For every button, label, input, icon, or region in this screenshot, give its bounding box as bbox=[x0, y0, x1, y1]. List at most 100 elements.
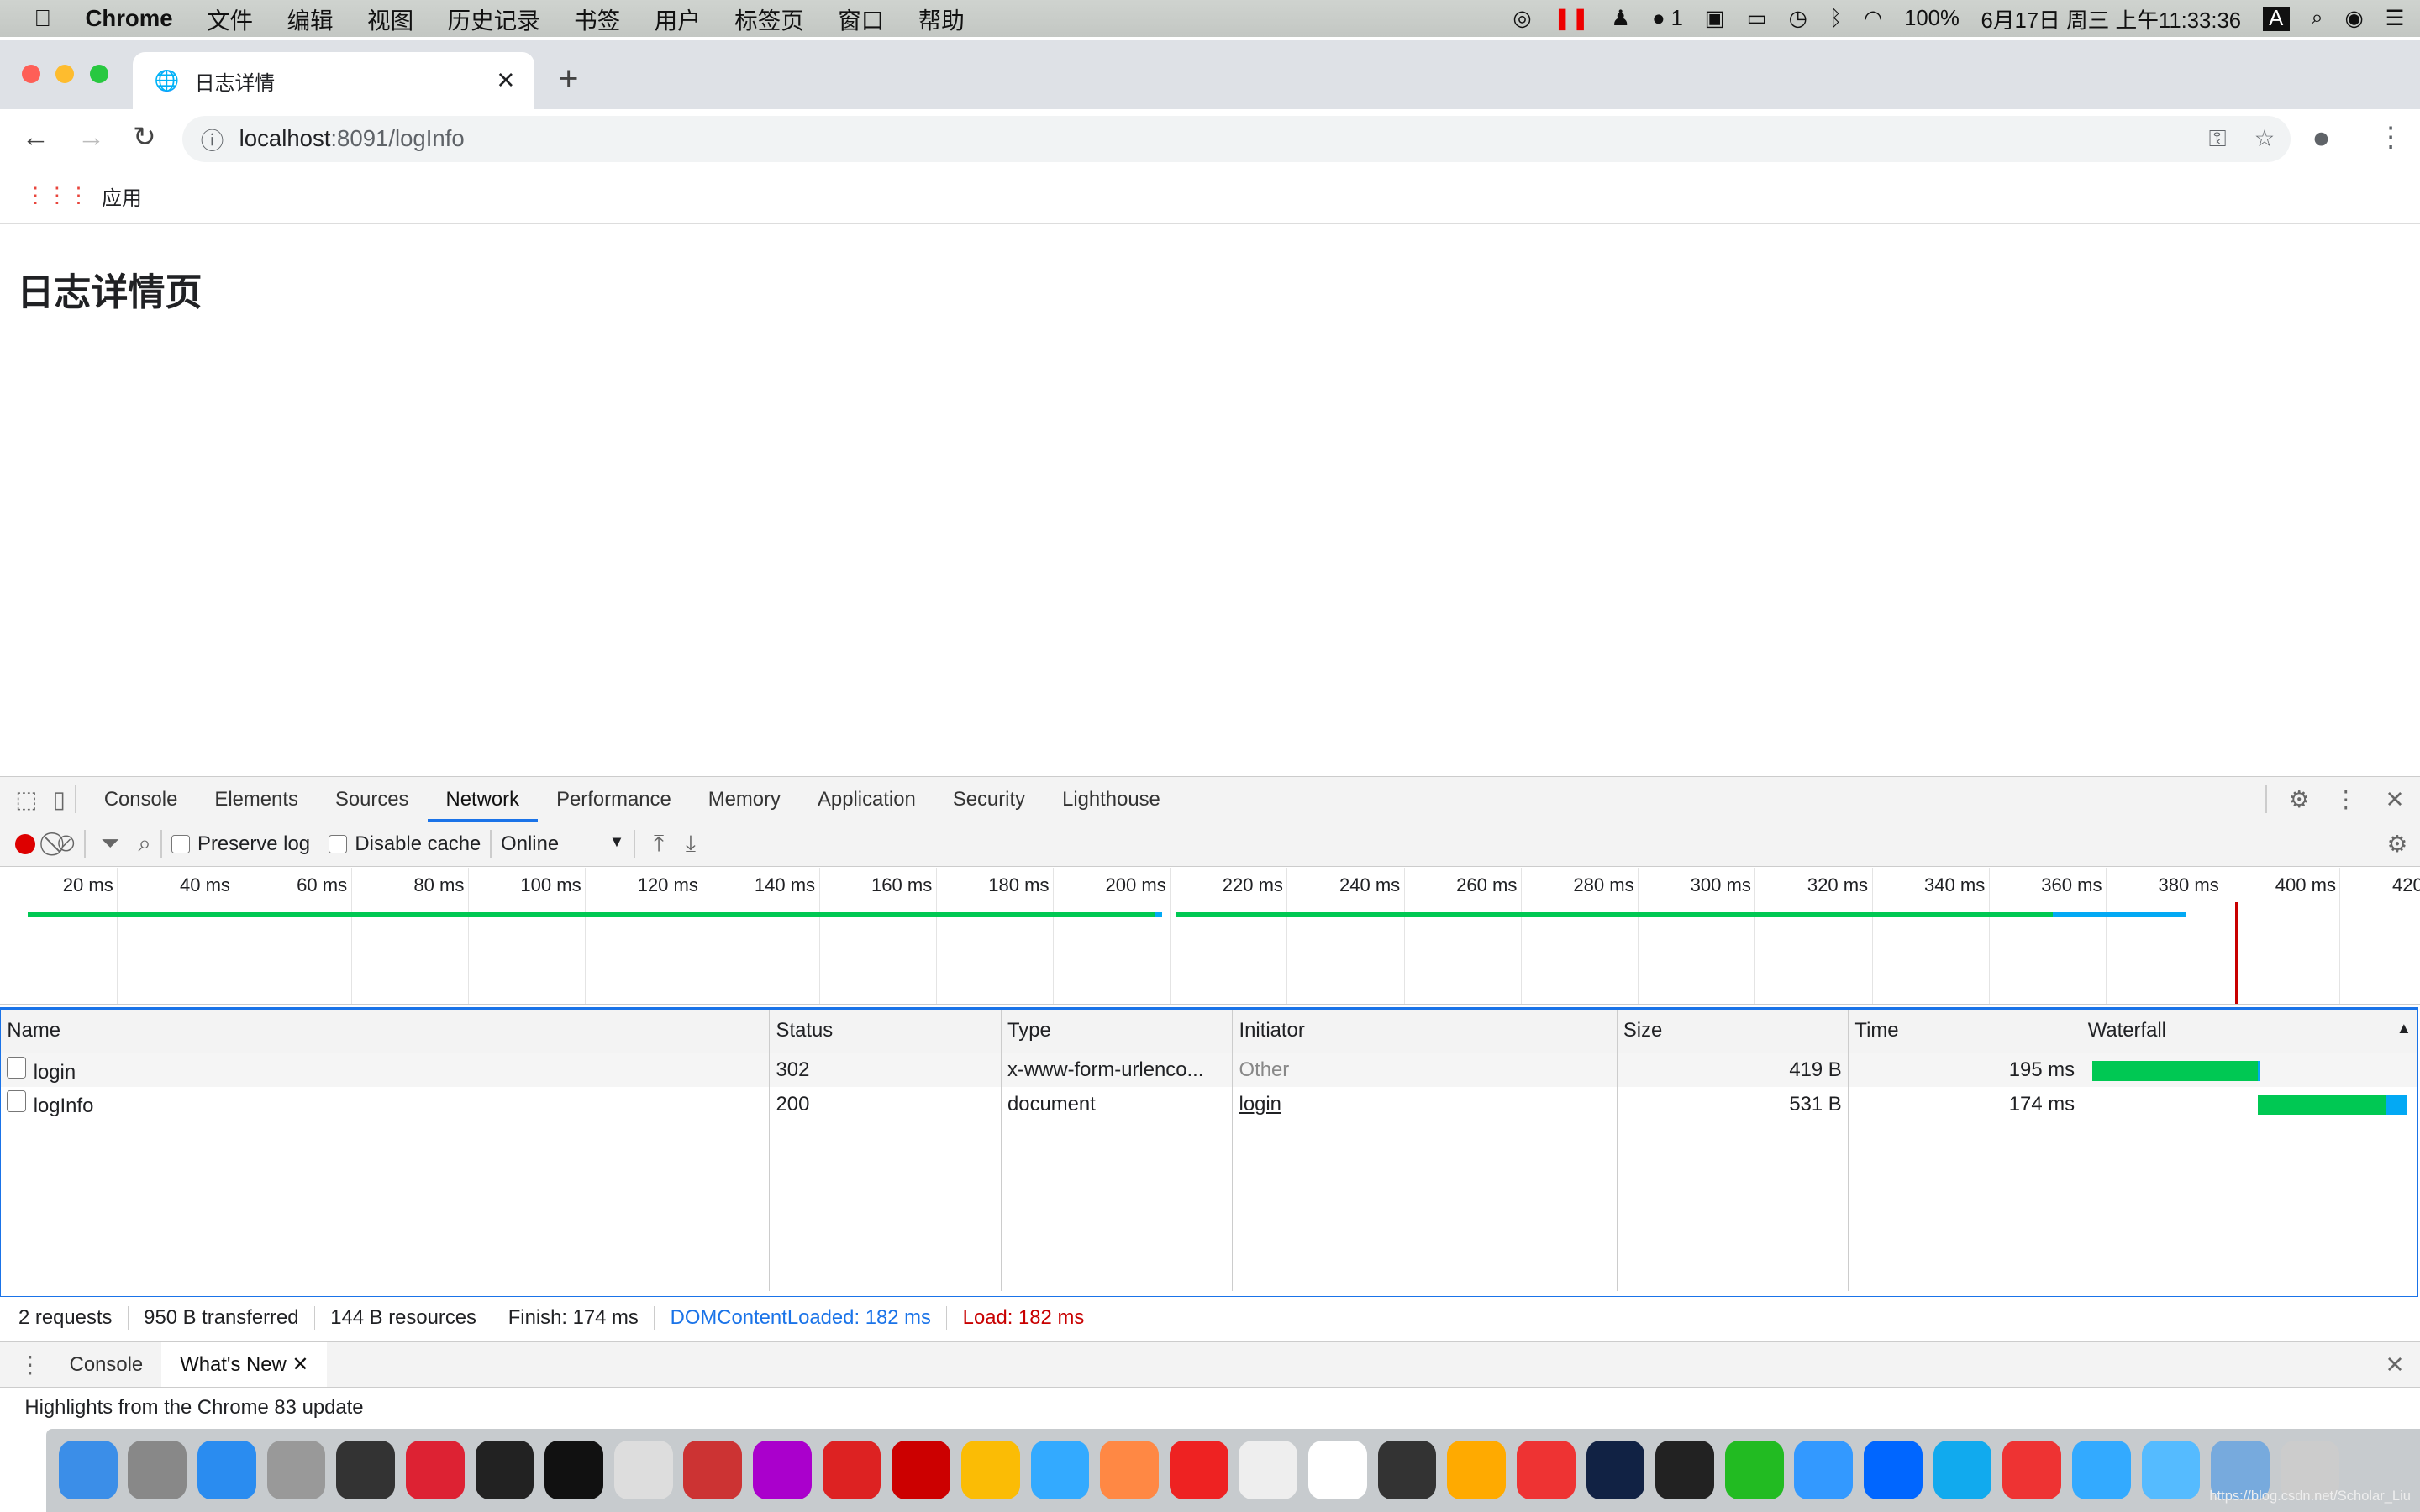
close-tab-icon[interactable]: ✕ bbox=[496, 67, 515, 94]
dock-app-icon[interactable] bbox=[1724, 1441, 1784, 1500]
tab-application[interactable]: Application bbox=[799, 777, 934, 822]
apple-icon[interactable]:  bbox=[34, 5, 51, 32]
dock-app-icon[interactable] bbox=[2141, 1441, 2201, 1500]
dock-app-icon[interactable] bbox=[1864, 1441, 1923, 1500]
close-devtools-icon[interactable]: ✕ bbox=[2386, 786, 2405, 813]
address-bar[interactable]: ⓘ localhost:8091/logInfo ⚿ ☆ bbox=[182, 115, 2291, 162]
status-icon[interactable]: ◎ bbox=[1512, 6, 1531, 31]
close-drawer-icon[interactable]: ✕ bbox=[2386, 1352, 2405, 1378]
tab-security[interactable]: Security bbox=[934, 777, 1044, 822]
star-icon[interactable]: ☆ bbox=[2254, 125, 2275, 152]
throttling-select[interactable]: Online ▼ bbox=[501, 832, 624, 856]
dock-app-icon[interactable] bbox=[892, 1441, 951, 1500]
forward-icon[interactable]: → bbox=[77, 122, 105, 154]
spotlight-icon[interactable]: ⌕ bbox=[2311, 6, 2323, 31]
devtools-menu-icon[interactable]: ⋮ bbox=[2334, 786, 2358, 813]
dock-app-icon[interactable] bbox=[1169, 1441, 1228, 1500]
disable-cache-checkbox[interactable] bbox=[329, 834, 348, 853]
tab-sources[interactable]: Sources bbox=[317, 777, 428, 822]
menu-tab[interactable]: 标签页 bbox=[734, 2, 804, 35]
input-method[interactable]: A bbox=[2262, 6, 2290, 31]
record-button[interactable] bbox=[15, 833, 36, 854]
more-icon[interactable]: ⋮ bbox=[2377, 120, 2405, 154]
siri-icon[interactable]: ◉ bbox=[2344, 6, 2363, 31]
table-row[interactable]: login 302 x-www-form-urlenco... Other 41… bbox=[1, 1053, 2418, 1088]
pause-icon[interactable]: ❚❚ bbox=[1553, 6, 1589, 31]
zoom-window-button[interactable] bbox=[89, 65, 108, 84]
dock-app-icon[interactable] bbox=[1100, 1441, 1159, 1500]
table-row[interactable]: logInfo 200 document login 531 B 174 ms bbox=[1, 1087, 2417, 1121]
dock-app-icon[interactable] bbox=[336, 1441, 396, 1500]
dock-app-icon[interactable] bbox=[1655, 1441, 1714, 1500]
preserve-log-checkbox[interactable] bbox=[171, 834, 190, 853]
dock-app-icon[interactable] bbox=[1377, 1441, 1437, 1500]
wifi-icon[interactable]: ◠ bbox=[1864, 6, 1882, 31]
dock-app-icon[interactable] bbox=[1447, 1441, 1507, 1500]
wechat-icon[interactable]: ● 1 bbox=[1652, 7, 1683, 31]
search-icon[interactable]: ⌕ bbox=[138, 830, 150, 858]
dock-app-icon[interactable] bbox=[544, 1441, 603, 1500]
browser-tab[interactable]: 🌐 日志详情 ✕ bbox=[132, 52, 534, 110]
device-toolbar-icon[interactable]: ▯ bbox=[53, 786, 66, 813]
new-tab-button[interactable]: + bbox=[559, 59, 579, 98]
apps-bookmark[interactable]: 应用 bbox=[102, 181, 142, 211]
dock-app-icon[interactable] bbox=[1586, 1441, 1645, 1500]
airplay-icon[interactable]: ▭ bbox=[1747, 6, 1767, 31]
dock-app-icon[interactable] bbox=[753, 1441, 812, 1500]
col-status[interactable]: Status bbox=[769, 1009, 1002, 1053]
cell-name[interactable]: logInfo bbox=[1, 1087, 771, 1121]
menu-view[interactable]: 视图 bbox=[367, 2, 413, 35]
clock[interactable]: 6月17日 周三 上午11:33:36 bbox=[1981, 3, 2242, 34]
disable-cache-label[interactable]: Disable cache bbox=[355, 832, 481, 856]
col-type[interactable]: Type bbox=[1001, 1009, 1234, 1053]
drawer-menu-icon[interactable]: ⋮ bbox=[18, 1352, 42, 1378]
dock-app-icon[interactable] bbox=[1308, 1441, 1367, 1500]
battery-text[interactable]: 100% bbox=[1904, 7, 1960, 31]
bluetooth-icon[interactable]: ᛒ bbox=[1829, 7, 1842, 31]
dock-app-icon[interactable] bbox=[2002, 1441, 2062, 1500]
dock-app-icon[interactable] bbox=[128, 1441, 187, 1500]
time-machine-icon[interactable]: ◷ bbox=[1789, 6, 1807, 31]
inspect-element-icon[interactable]: ⬚ bbox=[15, 786, 37, 813]
dock-app-icon[interactable] bbox=[197, 1441, 256, 1500]
dock-app-icon[interactable] bbox=[1030, 1441, 1090, 1500]
apps-icon[interactable]: ⋮⋮⋮ bbox=[24, 183, 89, 208]
menu-window[interactable]: 窗口 bbox=[838, 2, 884, 35]
menu-bookmarks[interactable]: 书签 bbox=[574, 2, 620, 35]
menu-app-name[interactable]: Chrome bbox=[85, 5, 172, 32]
col-name[interactable]: Name bbox=[1, 1009, 771, 1053]
dock-app-icon[interactable] bbox=[1516, 1441, 1576, 1500]
dock-app-icon[interactable] bbox=[58, 1441, 118, 1500]
qq-icon[interactable]: ♟ bbox=[1611, 6, 1630, 31]
minimize-window-button[interactable] bbox=[55, 65, 75, 84]
col-time[interactable]: Time bbox=[1848, 1009, 2082, 1053]
settings-gear-icon[interactable]: ⚙ bbox=[2289, 786, 2310, 813]
dock-app-icon[interactable] bbox=[683, 1441, 743, 1500]
preserve-log-label[interactable]: Preserve log bbox=[197, 832, 310, 856]
dock-app-icon[interactable] bbox=[1794, 1441, 1854, 1500]
info-icon[interactable]: ⓘ bbox=[201, 122, 224, 155]
notification-center-icon[interactable]: ☰ bbox=[2386, 6, 2405, 31]
menu-history[interactable]: 历史记录 bbox=[448, 2, 540, 35]
dock-app-icon[interactable] bbox=[2071, 1441, 2131, 1500]
back-icon[interactable]: ← bbox=[22, 122, 50, 154]
dock-app-icon[interactable] bbox=[822, 1441, 881, 1500]
network-settings-icon[interactable]: ⚙ bbox=[2387, 831, 2408, 858]
dock-app-icon[interactable] bbox=[266, 1441, 326, 1500]
tab-performance[interactable]: Performance bbox=[538, 777, 690, 822]
tab-console[interactable]: Console bbox=[86, 777, 197, 822]
tab-memory[interactable]: Memory bbox=[690, 777, 799, 822]
dock-app-icon[interactable] bbox=[1239, 1441, 1298, 1500]
drawer-tab-console[interactable]: Console bbox=[51, 1342, 162, 1387]
dock-app-icon[interactable] bbox=[1933, 1441, 1992, 1500]
dock-app-icon[interactable] bbox=[613, 1441, 673, 1500]
profile-icon[interactable]: ● bbox=[2312, 120, 2330, 155]
reload-icon[interactable]: ↻ bbox=[133, 120, 156, 154]
col-waterfall[interactable]: Waterfall ▲ bbox=[2081, 1009, 2418, 1053]
dock-app-icon[interactable] bbox=[475, 1441, 534, 1500]
clear-icon[interactable]: ⃠⊘ bbox=[57, 830, 75, 858]
menu-edit[interactable]: 编辑 bbox=[287, 2, 334, 35]
menu-people[interactable]: 用户 bbox=[655, 2, 701, 35]
menu-file[interactable]: 文件 bbox=[207, 2, 253, 35]
tab-elements[interactable]: Elements bbox=[196, 777, 317, 822]
